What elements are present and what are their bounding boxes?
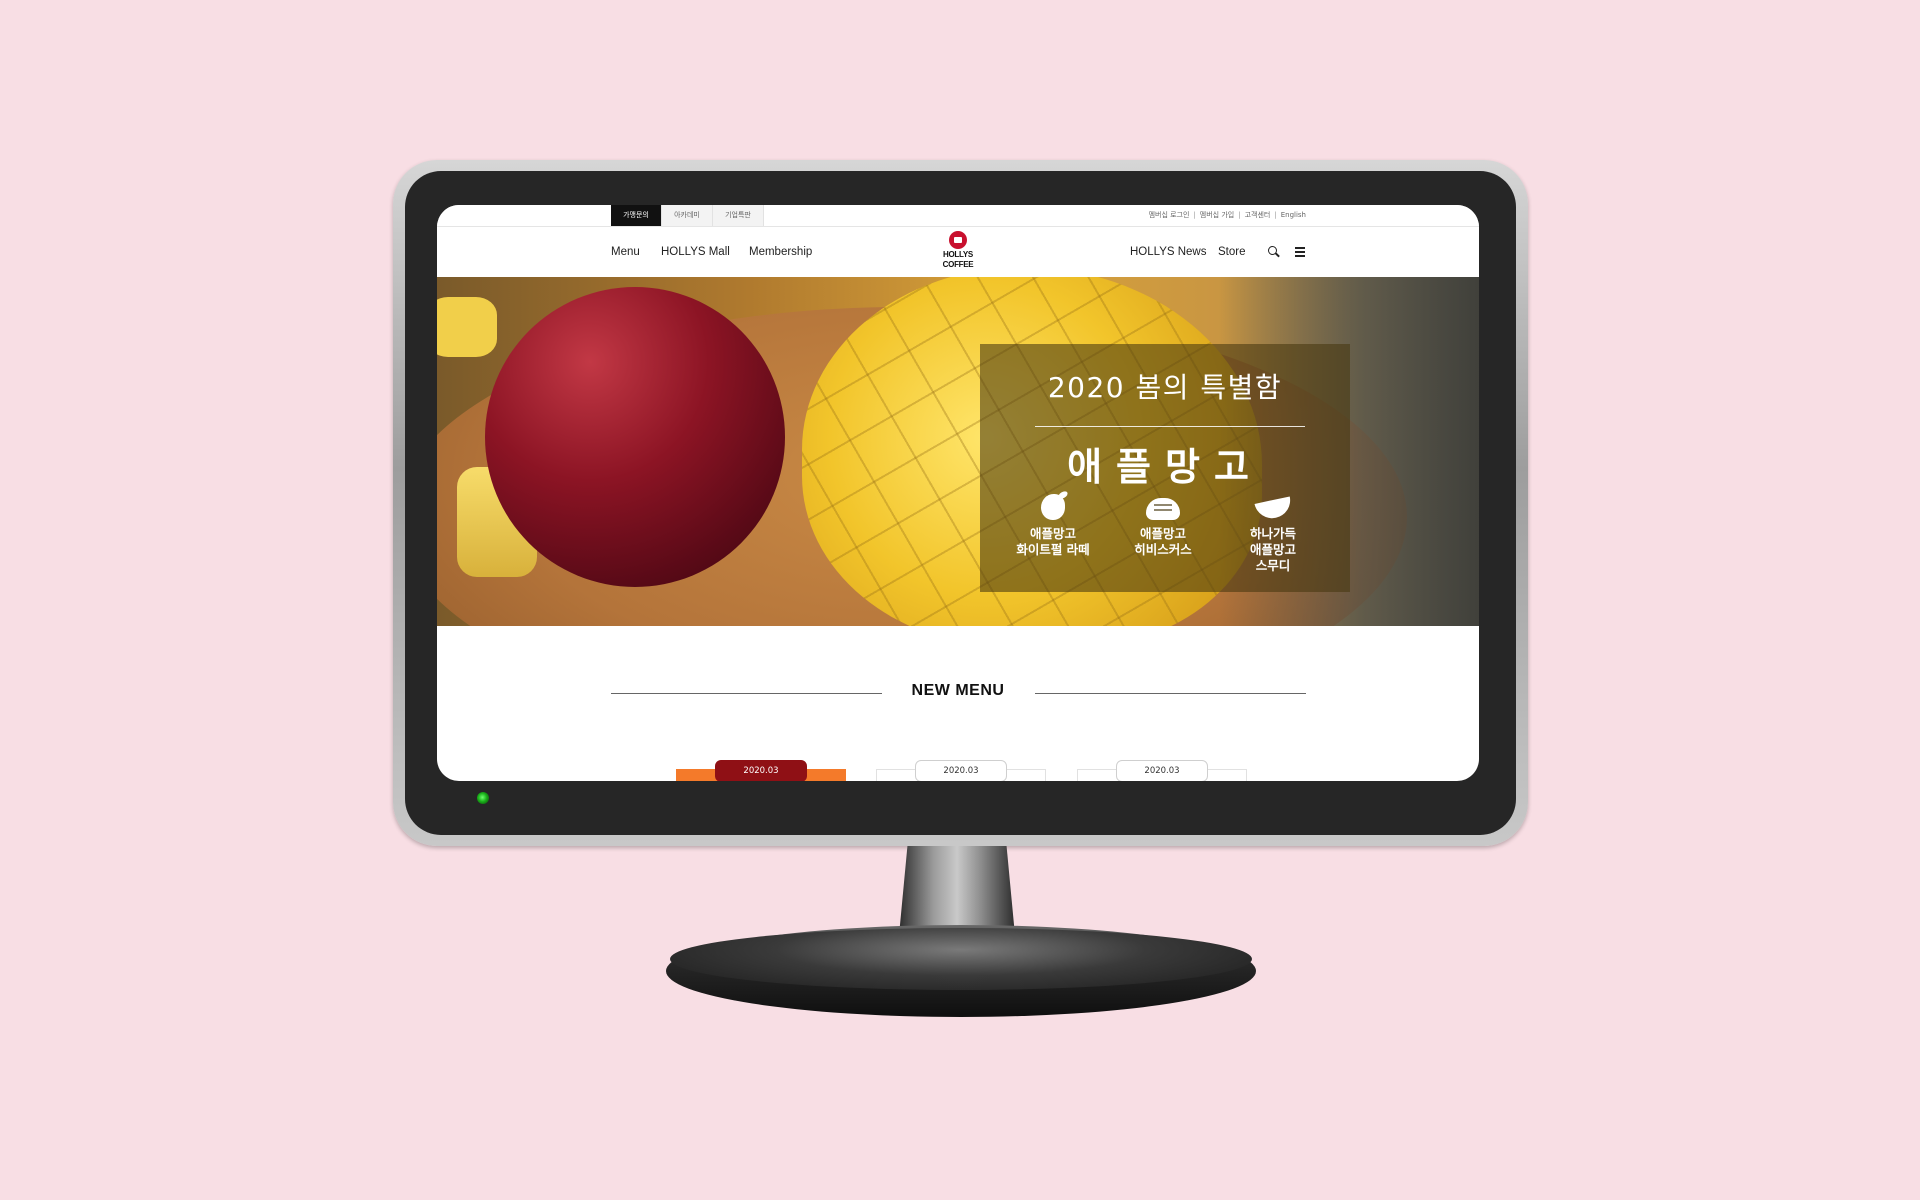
- hero-item-text: 애플망고: [1139, 526, 1186, 541]
- power-led: [477, 792, 489, 804]
- separator: |: [1274, 211, 1277, 219]
- monitor-stand-base-top: [670, 928, 1252, 990]
- customer-center-link[interactable]: 고객센터: [1245, 205, 1271, 226]
- mango-icon: [1036, 494, 1070, 522]
- crown-icon: [949, 231, 967, 249]
- hero-divider: [1035, 426, 1305, 427]
- separator: |: [1193, 211, 1196, 219]
- main-nav: Menu HOLLYS Mall Membership HOLLYS COFFE…: [437, 227, 1479, 277]
- menu-card-date: 2020.03: [1116, 760, 1208, 781]
- hamburger-menu-icon[interactable]: [1294, 245, 1308, 259]
- hollys-logo[interactable]: HOLLYS COFFEE: [939, 231, 977, 275]
- utility-bar: 가맹문의 아카데미 기업특판 멤버십 로그인 | 멤버십 가입 | 고객센터 |…: [437, 205, 1479, 227]
- hero-item-text: 화이트펄 라떼: [1016, 542, 1090, 557]
- hero-item-text: 히비스커스: [1134, 542, 1192, 557]
- english-link[interactable]: English: [1281, 205, 1306, 226]
- half-mango-icon: [1146, 494, 1180, 522]
- logo-text-line1: HOLLYS: [943, 250, 973, 259]
- hero-promo-box: 2020 봄의 특별함 애플망고 애플망고 화이트펄 라떼 애플망고 히비스커스…: [980, 344, 1350, 592]
- util-tab-franchise[interactable]: 가맹문의: [611, 205, 662, 226]
- hero-item-latte[interactable]: 애플망고 화이트펄 라떼: [998, 494, 1108, 558]
- utility-links: 멤버십 로그인 | 멤버십 가입 | 고객센터 | English: [1149, 205, 1306, 226]
- nav-store[interactable]: Store: [1218, 227, 1246, 277]
- new-menu-title: NEW MENU: [911, 682, 1005, 699]
- member-join-link[interactable]: 멤버십 가입: [1200, 205, 1234, 226]
- member-login-link[interactable]: 멤버십 로그인: [1149, 205, 1190, 226]
- hero-item-text: 애플망고: [1249, 542, 1296, 557]
- hero-item-text: 애플망고: [1029, 526, 1076, 541]
- util-tab-academy[interactable]: 아카데미: [662, 205, 713, 226]
- nav-menu[interactable]: Menu: [611, 227, 640, 277]
- nav-hollys-mall[interactable]: HOLLYS Mall: [661, 227, 730, 277]
- logo-text-line2: COFFEE: [942, 260, 974, 269]
- nav-hollys-news[interactable]: HOLLYS News: [1130, 227, 1206, 277]
- hero-item-text: 스무디: [1255, 558, 1291, 573]
- search-icon[interactable]: [1267, 245, 1281, 259]
- section-divider-right: [1035, 693, 1306, 694]
- hero-item-text: 하나가득: [1249, 526, 1296, 541]
- hero-item-smoothie[interactable]: 하나가득 애플망고 스무디: [1218, 494, 1328, 574]
- nav-membership[interactable]: Membership: [749, 227, 812, 277]
- browser-screen: 가맹문의 아카데미 기업특판 멤버십 로그인 | 멤버십 가입 | 고객센터 |…: [437, 205, 1479, 781]
- menu-card-date: 2020.03: [715, 760, 807, 781]
- separator: |: [1238, 211, 1241, 219]
- hero-subtitle: 2020 봄의 특별함: [1047, 371, 1283, 404]
- mango-slice-icon: [1254, 494, 1294, 522]
- hero-red-mango-image: [485, 287, 785, 587]
- util-tab-corporate[interactable]: 기업특판: [713, 205, 764, 226]
- hero-banner[interactable]: 2020 봄의 특별함 애플망고 애플망고 화이트펄 라떼 애플망고 히비스커스…: [437, 277, 1479, 626]
- hero-mango-piece: [437, 297, 497, 357]
- hero-title: 애플망고: [1067, 445, 1263, 489]
- hero-item-hibiscus[interactable]: 애플망고 히비스커스: [1108, 494, 1218, 558]
- menu-card-date: 2020.03: [915, 760, 1007, 781]
